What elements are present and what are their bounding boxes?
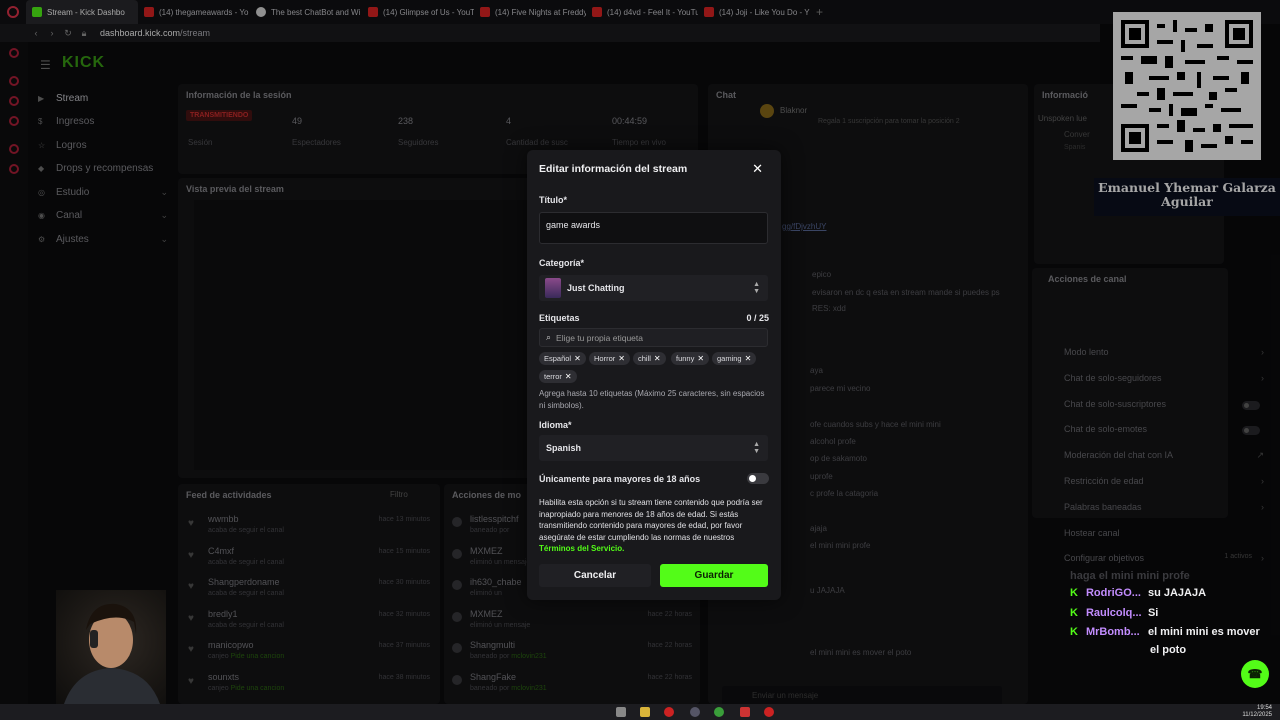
tag-chip[interactable]: gaming ✕ (712, 352, 757, 365)
category-select[interactable]: Just Chatting ▲ ▼ (539, 275, 768, 301)
opera-gx-icon[interactable] (764, 707, 774, 717)
tags-count: 0 / 25 (746, 313, 769, 323)
kick-badge-icon: K (1070, 607, 1078, 619)
modal-title: Editar información del stream (539, 163, 688, 175)
close-icon[interactable]: ✕ (752, 161, 763, 177)
category-label: Categoría* (539, 258, 585, 268)
language-select[interactable]: Spanish ▲ ▼ (539, 435, 768, 461)
opera-icon[interactable] (664, 707, 674, 717)
overlay-chat-text: Si (1147, 607, 1159, 619)
select-arrows-icon: ▲ ▼ (753, 281, 760, 295)
tag-label: funny (676, 354, 695, 363)
tag-label: Español (544, 354, 572, 363)
overlay-chat-message: el poto (1150, 644, 1186, 656)
save-button[interactable]: Guardar (660, 564, 768, 587)
tag-chip[interactable]: chill ✕ (633, 352, 666, 365)
remove-tag-icon[interactable]: ✕ (697, 354, 704, 363)
overlay-chat-user: RodriGO... (1085, 587, 1141, 599)
folder-icon[interactable] (640, 707, 650, 717)
remove-tag-icon[interactable]: ✕ (618, 354, 625, 363)
overlay-chat-text: el poto (1150, 644, 1187, 656)
overlay-chat-user: MrBomb... (1085, 626, 1140, 638)
terms-link[interactable]: Términos del Servicio. (539, 544, 624, 553)
adult-label: Únicamente para mayores de 18 años (539, 474, 701, 484)
tag-label: gaming (717, 354, 742, 363)
support-chat-icon[interactable]: ☎︎ (1241, 660, 1269, 688)
obs-icon[interactable] (690, 707, 700, 717)
tag-label: terror (544, 372, 562, 381)
tag-chip[interactable]: Español ✕ (539, 352, 586, 365)
webcam-feed (56, 590, 166, 704)
overlay-chat-ghost: haga el mini mini profe (1070, 570, 1190, 582)
overlay-chat-message: K Raulcolq... Si (1070, 607, 1158, 619)
title-input[interactable]: game awards (539, 212, 768, 244)
overlay-chat-text: el mini mini es mover (1147, 626, 1260, 638)
app-icon[interactable] (740, 707, 750, 717)
remove-tag-icon[interactable]: ✕ (565, 372, 572, 381)
tag-chip[interactable]: funny ✕ (671, 352, 710, 365)
remove-tag-icon[interactable]: ✕ (654, 354, 661, 363)
system-clock: 19:54 11/12/2025 (1242, 705, 1272, 718)
tag-label: Horror (594, 354, 616, 363)
category-thumbnail (545, 278, 561, 298)
adult-description: Habilita esta opción si tu stream tiene … (539, 498, 763, 553)
tag-label: chill (638, 354, 651, 363)
overlay-chat-message: K MrBomb... el mini mini es mover (1070, 626, 1260, 638)
title-label: Título* (539, 195, 567, 205)
adult-toggle[interactable] (747, 473, 769, 484)
overlay-chat-text: su JAJAJA (1147, 587, 1207, 599)
tag-chip[interactable]: Horror ✕ (589, 352, 630, 365)
steam-icon[interactable] (616, 707, 626, 717)
remove-tag-icon[interactable]: ✕ (574, 354, 581, 363)
edit-stream-modal: Editar información del stream ✕ Título* … (527, 150, 781, 600)
tags-help: Agrega hasta 10 etiquetas (Máximo 25 car… (539, 389, 765, 410)
kick-badge-icon: K (1070, 587, 1078, 599)
language-label: Idioma* (539, 420, 572, 430)
overlay-chat-message: K RodriGO... su JAJAJA (1070, 587, 1206, 599)
taskbar: 19:54 11/12/2025 (0, 704, 1280, 720)
search-icon: ⌕ (546, 332, 552, 342)
kick-badge-icon: K (1070, 626, 1078, 638)
tags-input[interactable]: ⌕ Elige tu propia etiqueta (539, 328, 768, 347)
select-arrows-icon: ▲ ▼ (753, 441, 760, 455)
chrome-icon[interactable] (714, 707, 724, 717)
tags-label: Etiquetas (539, 313, 580, 323)
overlay-chat-user: Raulcolq... (1085, 607, 1142, 619)
tag-chip[interactable]: terror ✕ (539, 370, 577, 383)
remove-tag-icon[interactable]: ✕ (745, 354, 752, 363)
cancel-button[interactable]: Cancelar (539, 564, 651, 587)
